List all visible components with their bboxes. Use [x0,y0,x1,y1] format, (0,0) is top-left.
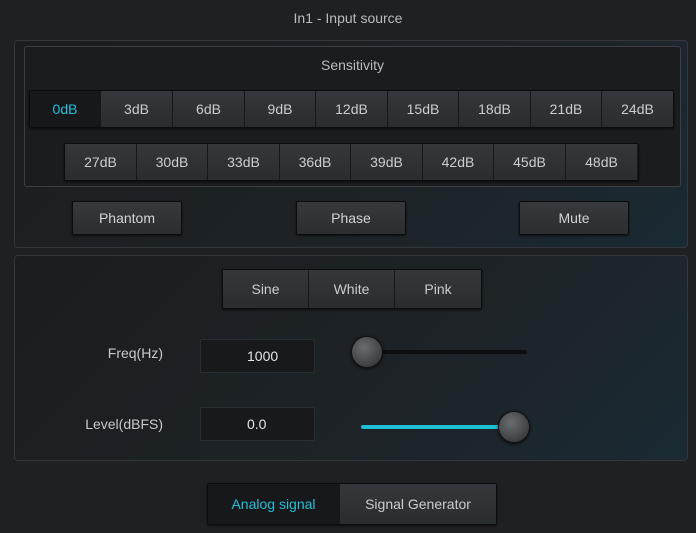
sensitivity-option[interactable]: 36dB [280,144,351,180]
sensitivity-option[interactable]: 39dB [351,144,423,180]
waveform-selector: Sine White Pink [222,269,482,309]
source-tabs: Analog signal Signal Generator [207,483,497,525]
sensitivity-option[interactable]: 9dB [245,91,316,127]
sensitivity-row-2: 27dB 30dB 33dB 36dB 39dB 42dB 45dB 48dB [64,143,639,181]
dialog-title: In1 - Input source [293,10,403,26]
sensitivity-option[interactable]: 42dB [423,144,494,180]
level-slider-handle[interactable] [498,411,530,443]
freq-slider-handle[interactable] [350,336,383,368]
input-source-dialog: In1 - Input source Sensitivity 0dB 3dB 6… [0,0,696,533]
phantom-button[interactable]: Phantom [72,201,182,235]
sensitivity-option[interactable]: 18dB [459,91,531,127]
sensitivity-option[interactable]: 45dB [494,144,566,180]
level-slider-fill [361,425,513,429]
sensitivity-option[interactable]: 15dB [388,91,459,127]
waveform-pink-button[interactable]: Pink [395,270,481,308]
sensitivity-option[interactable]: 24dB [602,91,673,127]
sensitivity-row-1: 0dB 3dB 6dB 9dB 12dB 15dB 18dB 21dB 24dB [29,90,674,128]
phase-button[interactable]: Phase [296,201,406,235]
sensitivity-option[interactable]: 0dB [30,91,101,127]
sensitivity-option[interactable]: 21dB [531,91,602,127]
level-slider[interactable] [361,411,530,443]
sensitivity-option[interactable]: 12dB [316,91,388,127]
sensitivity-option[interactable]: 30dB [137,144,208,180]
waveform-white-button[interactable]: White [309,270,395,308]
waveform-sine-button[interactable]: Sine [223,270,309,308]
sensitivity-label: Sensitivity [320,57,385,73]
tab-analog-signal[interactable]: Analog signal [208,484,340,524]
sensitivity-option[interactable]: 27dB [65,144,137,180]
freq-field[interactable]: 1000 [200,339,315,373]
tab-signal-generator[interactable]: Signal Generator [340,484,496,524]
mute-button[interactable]: Mute [519,201,629,235]
freq-label: Freq(Hz) [107,345,163,361]
sensitivity-option[interactable]: 3dB [101,91,173,127]
sensitivity-option[interactable]: 33dB [208,144,280,180]
freq-slider[interactable] [350,336,527,368]
level-field[interactable]: 0.0 [200,407,315,441]
sensitivity-option[interactable]: 6dB [173,91,245,127]
level-label: Level(dBFS) [85,416,163,432]
sensitivity-option[interactable]: 48dB [566,144,637,180]
